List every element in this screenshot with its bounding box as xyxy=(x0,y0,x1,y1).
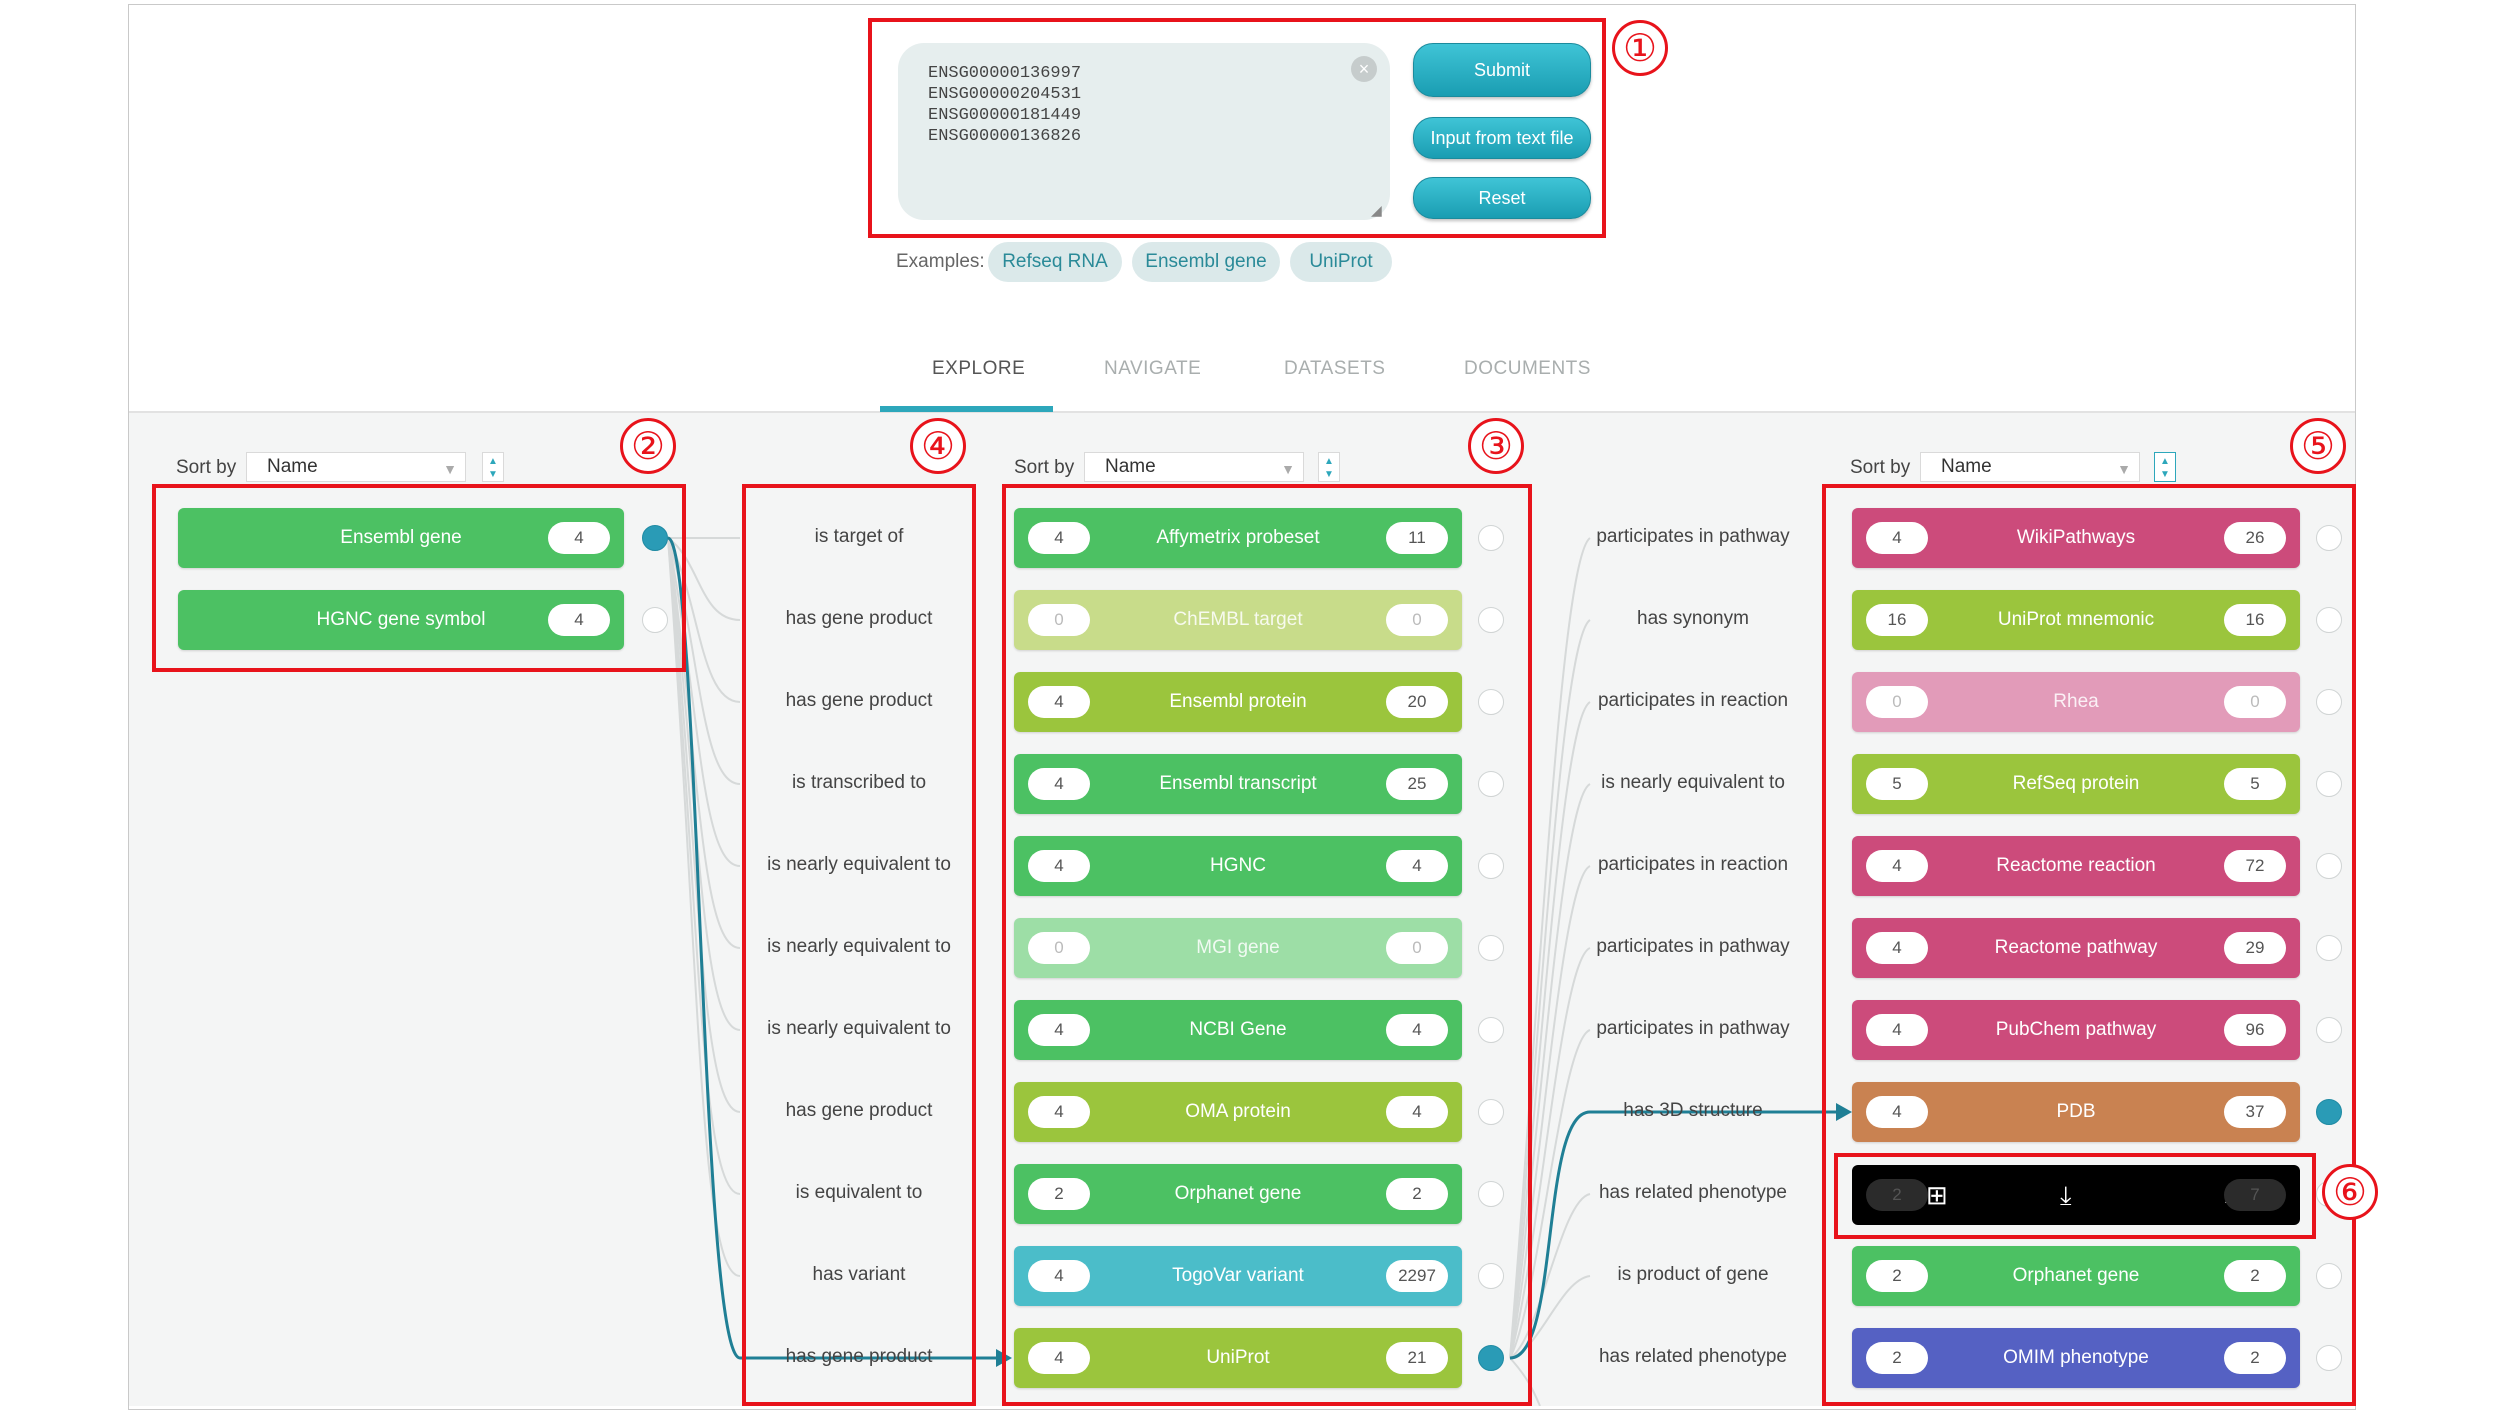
active-edge xyxy=(1509,1110,1840,1360)
relation-label: is product of gene xyxy=(1617,1264,1769,1285)
relation-label: has related phenotype xyxy=(1598,1182,1788,1203)
callout-1: ① xyxy=(1612,20,1668,76)
relation-label: participates in pathway xyxy=(1596,526,1790,547)
relation-label: has 3D structure xyxy=(1623,1100,1763,1121)
callout-4: ④ xyxy=(910,418,966,474)
callout-5: ⑤ xyxy=(2290,418,2346,474)
annotation-box-3 xyxy=(1002,484,1532,1406)
relation-label: participates in pathway xyxy=(1596,1018,1790,1039)
relation-label: has synonym xyxy=(1637,608,1749,629)
annotation-box-6 xyxy=(1834,1153,2316,1239)
relation-label: participates in reaction xyxy=(1597,854,1789,875)
callout-3: ③ xyxy=(1468,418,1524,474)
relation-label: participates in pathway xyxy=(1596,936,1790,957)
relation-label: participates in reaction xyxy=(1597,690,1789,711)
relation-label: is nearly equivalent to xyxy=(1601,772,1785,793)
annotation-box-4 xyxy=(742,484,976,1406)
annotation-box-2 xyxy=(152,484,686,672)
callout-6: ⑥ xyxy=(2322,1164,2378,1220)
annotation-box-5 xyxy=(1822,484,2356,1406)
relation-label: has related phenotype xyxy=(1598,1346,1788,1367)
callout-2: ② xyxy=(620,418,676,474)
annotation-box-1 xyxy=(868,18,1606,238)
